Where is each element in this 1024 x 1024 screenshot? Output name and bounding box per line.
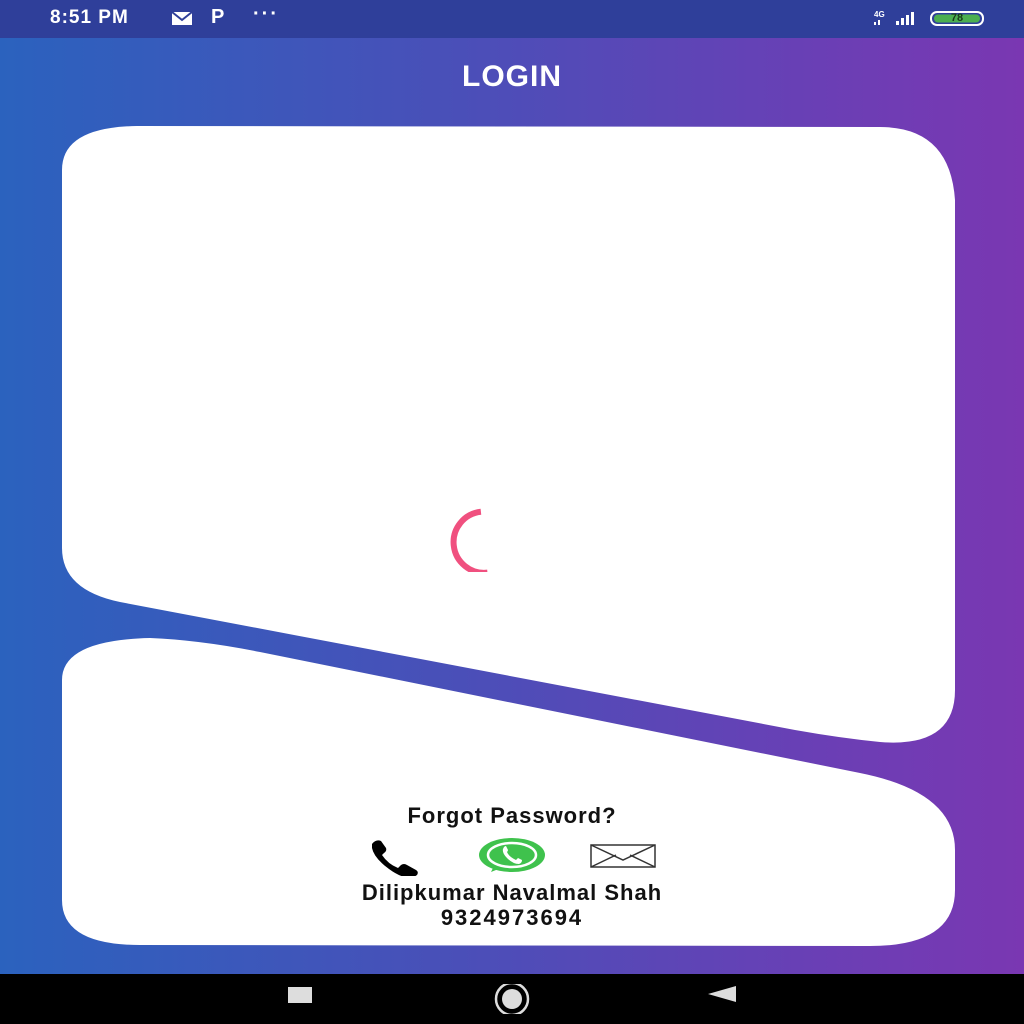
back-button[interactable] (702, 984, 742, 1014)
navigation-bar (0, 974, 1024, 1024)
contact-icons (364, 836, 664, 876)
home-button[interactable] (492, 984, 532, 1014)
phone-icon[interactable] (364, 836, 434, 876)
forgot-password-link[interactable]: Forgot Password? (0, 803, 1024, 829)
login-screen: 8:51 PM P ··· 4G 78 LOGIN Forgot Passwor… (0, 0, 1024, 1024)
contact-phone[interactable]: 9324973694 (0, 905, 1024, 931)
contact-name: Dilipkumar Navalmal Shah (361, 880, 663, 905)
email-icon[interactable] (588, 836, 658, 876)
whatsapp-icon[interactable] (477, 836, 547, 876)
loading-spinner (450, 508, 488, 572)
recent-apps-button[interactable] (280, 984, 320, 1014)
